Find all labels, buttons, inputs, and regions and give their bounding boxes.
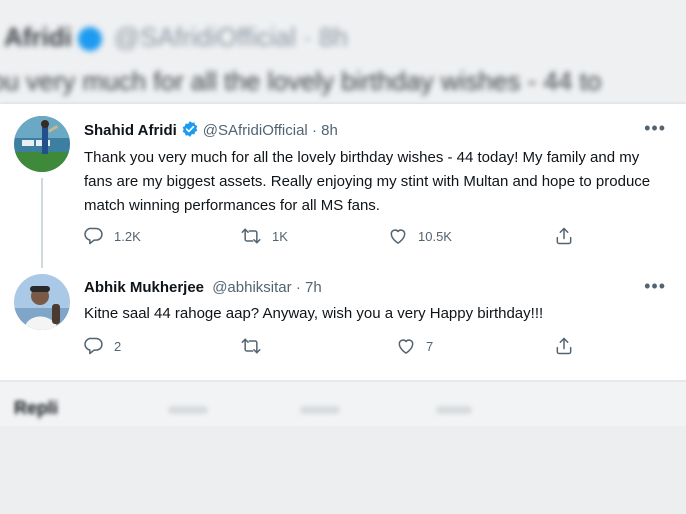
background-verified-icon <box>77 27 102 52</box>
reply-button[interactable]: 1.2K <box>84 224 141 248</box>
header-separator: · <box>295 279 301 296</box>
retweet-count: 1K <box>272 228 288 244</box>
tweet-actions: 1.2K 1K 10.5K <box>84 224 584 248</box>
author-name[interactable]: Shahid Afridi <box>84 122 177 139</box>
retweet-icon <box>240 226 262 246</box>
share-icon <box>554 226 574 246</box>
author-handle[interactable]: @SAfridiOfficial <box>203 122 308 139</box>
author-handle[interactable]: @abhiksitar <box>212 279 291 296</box>
avatar[interactable] <box>14 116 70 172</box>
tweet-header: Abhik Mukherjee @abhiksitar · 7h <box>84 278 322 298</box>
like-icon <box>388 226 408 246</box>
tweet-timestamp[interactable]: 7h <box>305 279 322 296</box>
share-button[interactable] <box>554 224 574 248</box>
avatar[interactable] <box>14 274 70 330</box>
tweet-thread-card: Shahid Afridi @SAfridiOfficial · 8h ••• T… <box>0 104 686 380</box>
reply-button[interactable]: 2 <box>84 334 121 358</box>
share-icon <box>554 336 574 356</box>
background-tweet-text: ou very much for all the lovely birthday… <box>0 66 602 96</box>
tweet-text: Thank you very much for all the lovely b… <box>84 149 651 214</box>
share-button[interactable] <box>554 334 574 358</box>
tweet-timestamp[interactable]: 8h <box>321 122 338 139</box>
reply-icon <box>84 226 104 246</box>
background-lower-panel <box>0 426 686 514</box>
reply-count: 2 <box>114 338 122 354</box>
retweet-icon <box>240 336 262 356</box>
like-button[interactable]: 7 <box>396 334 433 358</box>
background-author-line: Afridi @SAfridiOfficial · 8h <box>4 22 348 53</box>
background-blurred-header: Afridi @SAfridiOfficial · 8h ou very much… <box>0 0 686 110</box>
background-author-handle: @SAfridiOfficial · 8h <box>113 22 348 52</box>
like-icon <box>396 336 416 356</box>
more-icon[interactable]: ••• <box>644 276 666 297</box>
background-blur-shape <box>300 406 340 414</box>
tweet-text: Kitne saal 44 rahoge aap? Anyway, wish y… <box>84 305 544 322</box>
like-count: 10.5K <box>418 228 452 244</box>
like-count: 7 <box>426 338 434 354</box>
background-author-name: Afridi <box>4 22 72 52</box>
retweet-button[interactable] <box>240 334 272 358</box>
tweet-header: Shahid Afridi @SAfridiOfficial · 8h <box>84 120 338 144</box>
author-name[interactable]: Abhik Mukherjee <box>84 279 204 296</box>
background-blur-shape <box>168 406 208 414</box>
background-blurred-footer: Repli <box>0 380 686 514</box>
retweet-button[interactable]: 1K <box>240 224 288 248</box>
header-separator: · <box>311 122 317 139</box>
divider <box>0 380 686 382</box>
thread-connector-line <box>41 178 43 268</box>
background-blur-shape <box>436 406 472 414</box>
verified-badge-icon <box>181 120 199 144</box>
more-icon[interactable]: ••• <box>644 118 666 139</box>
reply-count: 1.2K <box>114 228 141 244</box>
like-button[interactable]: 10.5K <box>388 224 452 248</box>
background-replies-heading: Repli <box>14 398 59 418</box>
tweet-actions: 2 7 <box>84 334 584 358</box>
reply-icon <box>84 336 104 356</box>
